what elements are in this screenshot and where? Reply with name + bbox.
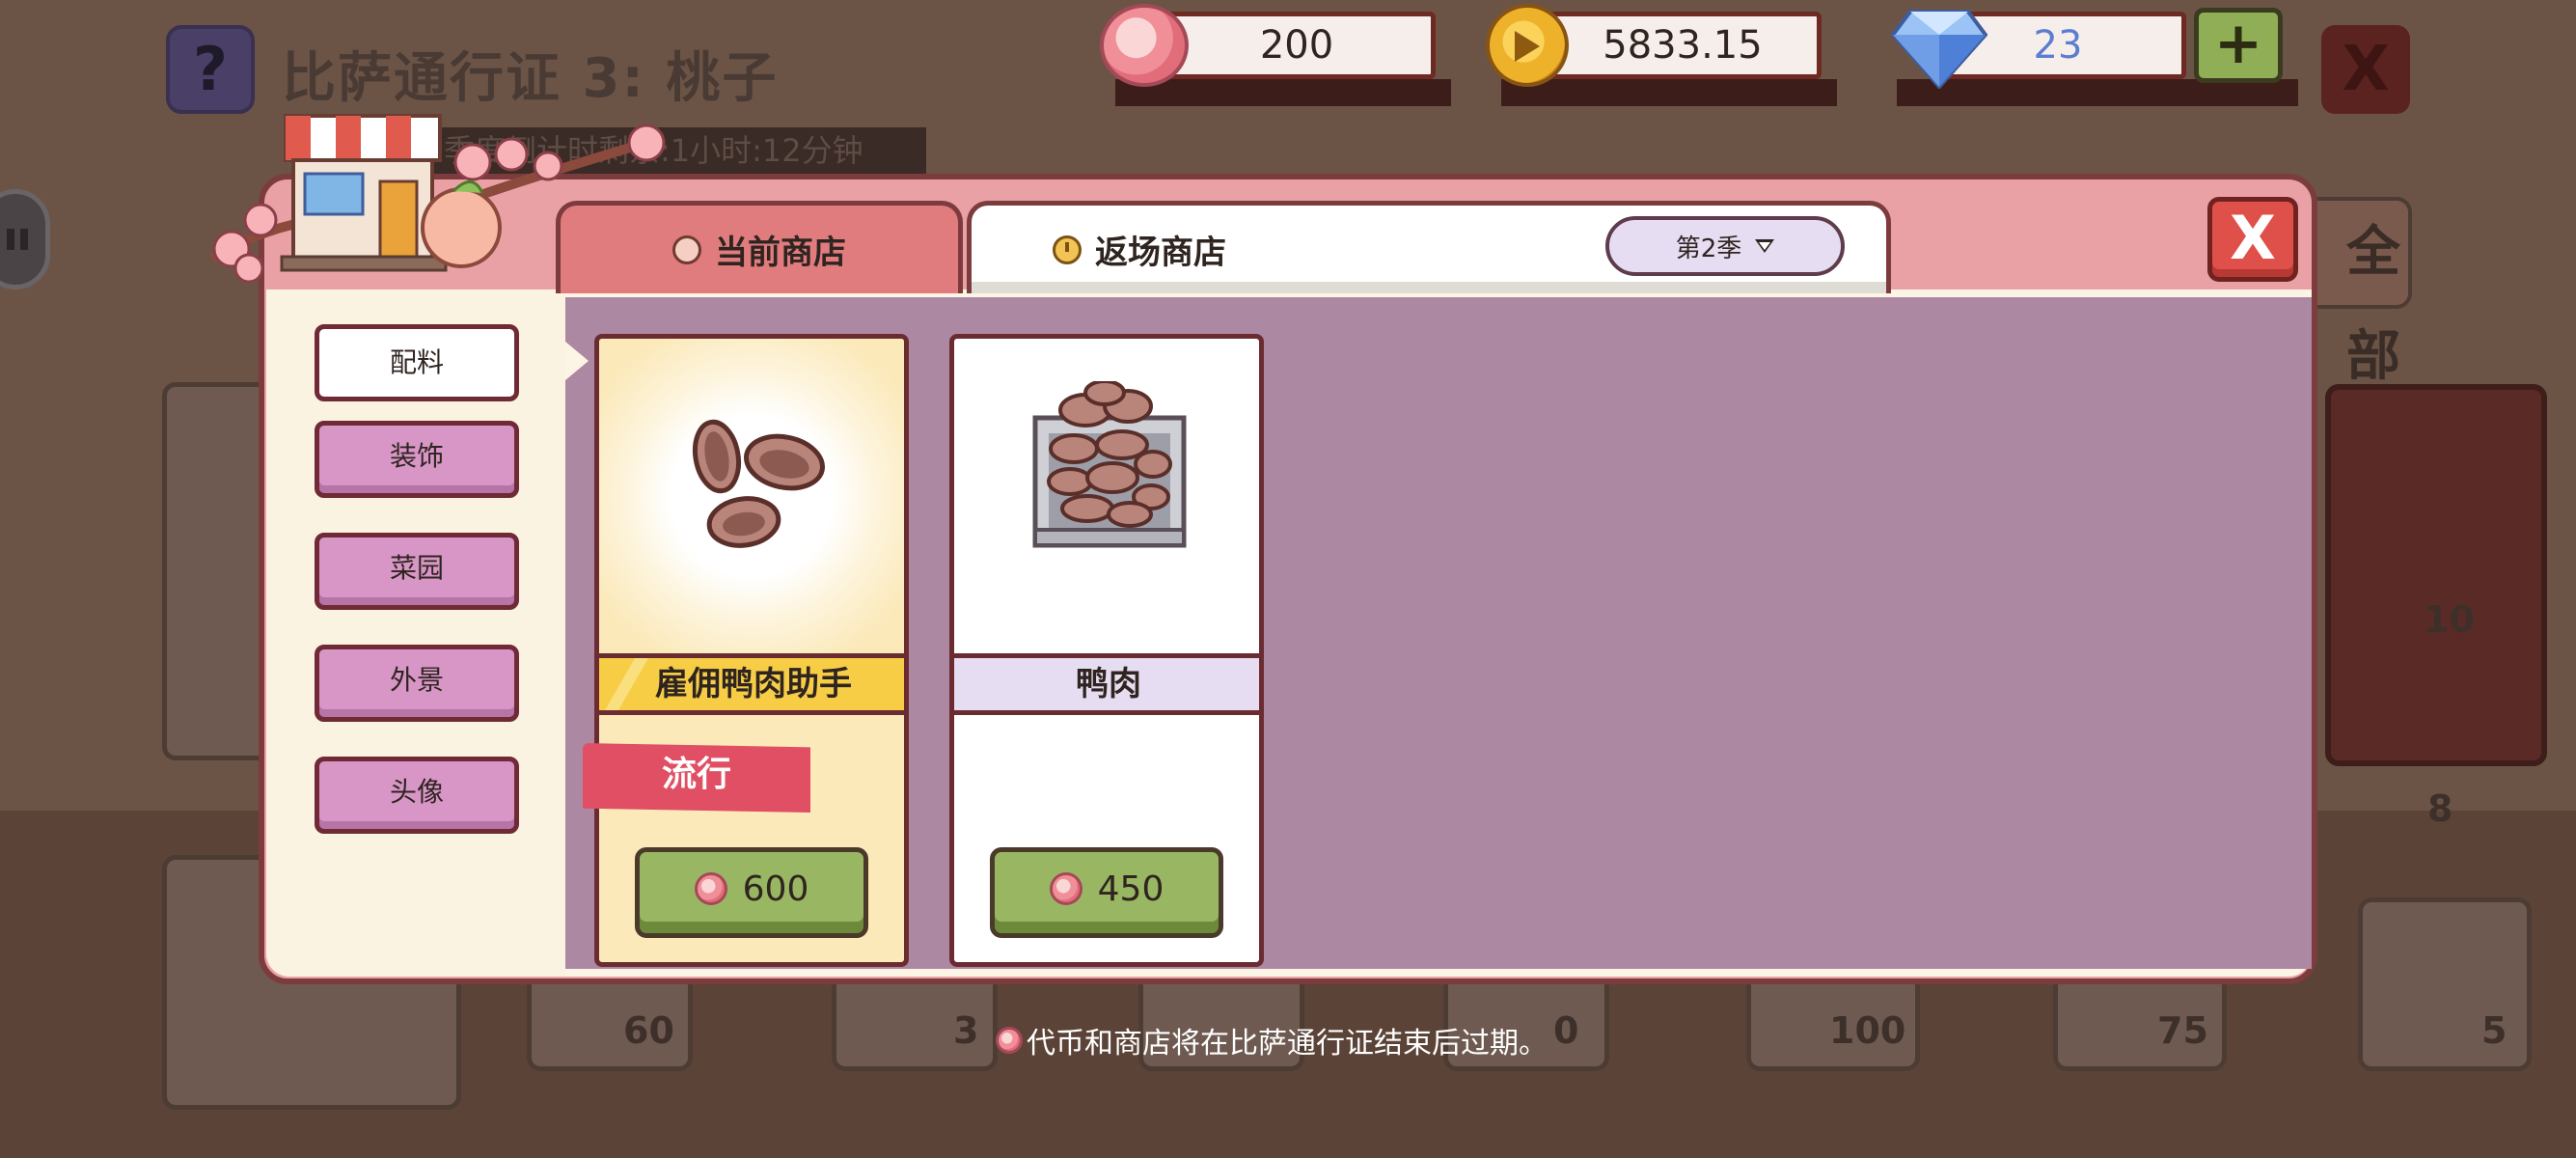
- add-gems-button[interactable]: +: [2194, 8, 2283, 83]
- popular-badge: 流行: [583, 743, 810, 813]
- clock-icon: [1053, 234, 1082, 264]
- peach-coin-value: 200: [1158, 12, 1436, 79]
- help-button[interactable]: ?: [166, 25, 255, 114]
- close-shop-button[interactable]: X: [2207, 197, 2298, 282]
- tab-current-shop[interactable]: 当前商店: [556, 201, 963, 293]
- peach-coin-icon: [694, 872, 727, 905]
- item-price: 450: [1097, 868, 1165, 909]
- reward-count: 10: [2424, 598, 2475, 641]
- reward-count: 75: [2157, 1009, 2208, 1052]
- peach-coin-icon: [996, 1027, 1023, 1054]
- category-decorations[interactable]: 装饰: [315, 421, 519, 498]
- buy-button[interactable]: 450: [990, 847, 1223, 938]
- peach-coin-icon: [1049, 872, 1082, 905]
- category-garden[interactable]: 菜园: [315, 533, 519, 610]
- item-price: 600: [742, 868, 809, 909]
- gold-coin-value: 5833.15: [1544, 12, 1822, 79]
- active-category-pointer: [565, 342, 589, 380]
- reward-count: 5: [2481, 1009, 2507, 1052]
- peach-icon: [672, 234, 701, 264]
- gold-coin-icon: [1486, 4, 1569, 87]
- chevron-down-icon: [1755, 239, 1775, 253]
- reward-count: 0: [1553, 1009, 1579, 1052]
- category-ingredients[interactable]: 配料: [315, 324, 519, 401]
- category-exterior[interactable]: 外景: [315, 645, 519, 722]
- season-dropdown-value: 第2季: [1675, 234, 1742, 263]
- tab-current-shop-label: 当前商店: [715, 234, 846, 272]
- gem-icon: [1891, 10, 1987, 89]
- tab-rerun-shop-label: 返场商店: [1095, 234, 1226, 272]
- reward-count: 60: [623, 1009, 674, 1052]
- duck-crate-icon: [1032, 381, 1187, 548]
- peach-coin-icon: [1100, 4, 1189, 87]
- reward-panel: [2325, 384, 2547, 766]
- season-dropdown[interactable]: 第2季: [1605, 216, 1845, 276]
- item-name: 鸭肉: [954, 653, 1259, 715]
- pass-title: 比萨通行证 3: 桃子: [282, 47, 779, 110]
- reward-count: 3: [953, 1009, 979, 1052]
- tier-number: 8: [2427, 787, 2453, 830]
- background-close-icon[interactable]: X: [2321, 25, 2410, 114]
- pause-icon[interactable]: [0, 189, 50, 290]
- expiry-notice: 代币和商店将在比萨通行证结束后过期。: [996, 1019, 1548, 1062]
- duck-slices-icon: [692, 419, 825, 548]
- buy-button[interactable]: 600: [635, 847, 868, 938]
- expiry-notice-text: 代币和商店将在比萨通行证结束后过期。: [1027, 1027, 1548, 1061]
- item-name: 雇佣鸭肉助手: [599, 653, 904, 715]
- reward-count: 100: [1829, 1009, 1906, 1052]
- category-avatar[interactable]: 头像: [315, 757, 519, 834]
